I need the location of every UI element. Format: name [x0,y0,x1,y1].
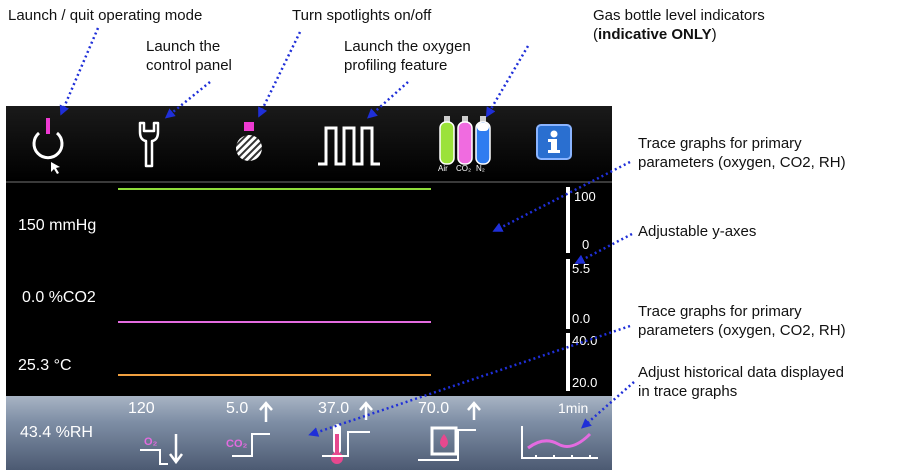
callout-arrow-oxygen [367,81,409,119]
callout-arrow-yaxes [574,232,633,264]
callout-arrow-gas [485,45,530,118]
callout-arrow-wrench [164,81,211,119]
callout-arrow-layer [59,27,635,437]
callout-arrow-trace2 [308,324,631,437]
callout-arrow-history [580,381,635,429]
callout-arrow-power [59,27,100,116]
callout-arrow-spotlight [258,31,302,118]
callout-arrow-trace1 [492,160,631,232]
